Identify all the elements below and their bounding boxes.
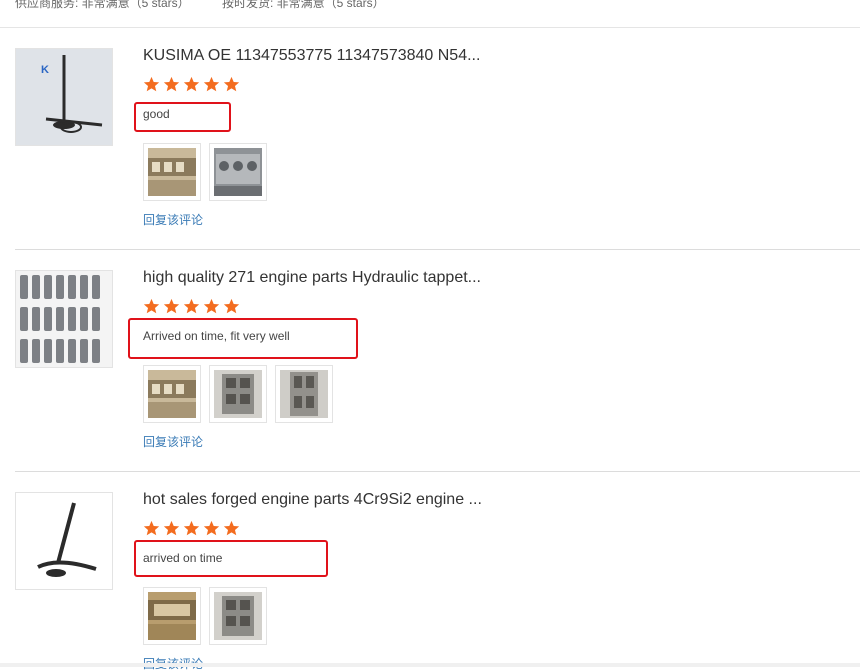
review-photo[interactable] bbox=[143, 587, 201, 645]
photo-image bbox=[148, 370, 196, 418]
svg-text:K: K bbox=[41, 64, 49, 76]
product-title[interactable]: KUSIMA OE 11347553775 11347573840 N54... bbox=[143, 47, 480, 65]
hydraulic-tappet-grid-image bbox=[16, 271, 112, 367]
product-thumbnail[interactable]: K bbox=[15, 48, 113, 146]
product-title[interactable]: hot sales forged engine parts 4Cr9Si2 en… bbox=[143, 491, 482, 509]
review-comment: arrived on time bbox=[143, 551, 223, 565]
star-rating bbox=[143, 520, 240, 537]
star-rating bbox=[143, 298, 240, 315]
engine-valve-image: K bbox=[16, 49, 112, 145]
review-comment: good bbox=[143, 107, 170, 121]
review-photo[interactable] bbox=[209, 143, 267, 201]
supplier-service-rating: 供应商服务: 非常满意（5 stars） bbox=[15, 0, 190, 10]
review-photo[interactable] bbox=[143, 365, 201, 423]
photo-image bbox=[214, 148, 262, 196]
review-divider bbox=[15, 471, 860, 472]
review-photo[interactable] bbox=[209, 365, 267, 423]
star-icon bbox=[143, 298, 160, 314]
star-icon bbox=[203, 76, 220, 92]
star-icon bbox=[143, 520, 160, 536]
photo-image bbox=[280, 370, 328, 418]
engine-valve-image bbox=[16, 493, 112, 589]
review-photo[interactable] bbox=[275, 365, 333, 423]
photo-image bbox=[148, 592, 196, 640]
photo-image bbox=[214, 370, 262, 418]
page-bottom-edge bbox=[0, 663, 860, 667]
reply-to-review-link[interactable]: 回复该评论 bbox=[143, 211, 203, 228]
star-icon bbox=[223, 76, 240, 92]
reply-to-review-link[interactable]: 回复该评论 bbox=[143, 433, 203, 450]
star-icon bbox=[203, 298, 220, 314]
star-icon bbox=[203, 520, 220, 536]
review-photos bbox=[143, 365, 333, 423]
review-photos bbox=[143, 143, 267, 201]
product-title[interactable]: high quality 271 engine parts Hydraulic … bbox=[143, 269, 481, 287]
star-icon bbox=[183, 298, 200, 314]
star-icon bbox=[183, 520, 200, 536]
photo-image bbox=[148, 148, 196, 196]
star-icon bbox=[223, 298, 240, 314]
star-icon bbox=[163, 76, 180, 92]
photo-image bbox=[214, 592, 262, 640]
review-divider bbox=[15, 249, 860, 250]
product-thumbnail[interactable] bbox=[15, 270, 113, 368]
star-icon bbox=[163, 520, 180, 536]
star-icon bbox=[183, 76, 200, 92]
star-icon bbox=[143, 76, 160, 92]
star-icon bbox=[223, 520, 240, 536]
review-photo[interactable] bbox=[209, 587, 267, 645]
rating-summary-bar: 供应商服务: 非常满意（5 stars） 按时发货: 非常满意（5 stars） bbox=[0, 0, 860, 28]
review-photos bbox=[143, 587, 267, 645]
review-comment: Arrived on time, fit very well bbox=[143, 329, 290, 343]
product-thumbnail[interactable] bbox=[15, 492, 113, 590]
review-photo[interactable] bbox=[143, 143, 201, 201]
star-rating bbox=[143, 76, 240, 93]
on-time-delivery-rating: 按时发货: 非常满意（5 stars） bbox=[222, 0, 385, 10]
star-icon bbox=[163, 298, 180, 314]
